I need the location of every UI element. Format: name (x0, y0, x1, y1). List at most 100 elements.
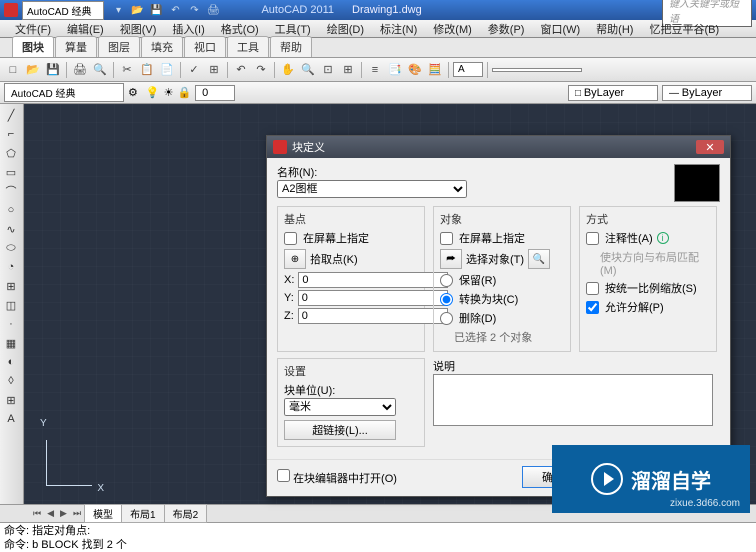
obj-onscreen-checkbox[interactable] (440, 232, 453, 245)
polygon-icon[interactable]: ⬠ (1, 144, 21, 162)
tab-viewport[interactable]: 视口 (184, 36, 226, 57)
menu-modify[interactable]: 修改(M) (426, 20, 479, 38)
menu-format[interactable]: 格式(O) (214, 20, 266, 38)
hyperlink-button[interactable]: 超链接(L)... (284, 420, 396, 440)
spline-icon[interactable]: ∿ (1, 220, 21, 238)
redo-btn-icon[interactable]: ↷ (252, 61, 270, 79)
new-doc-icon[interactable]: □ (4, 61, 22, 79)
tab-tools[interactable]: 工具 (227, 36, 269, 57)
open-in-editor-checkbox[interactable] (277, 469, 290, 482)
tab-nav-prev-icon[interactable]: ◀ (44, 508, 57, 519)
open-doc-icon[interactable]: 📂 (24, 61, 42, 79)
tab-layout2[interactable]: 布局2 (164, 504, 208, 523)
menu-help[interactable]: 帮助(H) (589, 20, 640, 38)
block-editor-icon[interactable]: ⊞ (205, 61, 223, 79)
linetype-combo[interactable]: — ByLayer (662, 85, 752, 101)
menu-view[interactable]: 视图(V) (113, 20, 164, 38)
layer-combo[interactable]: 0 (195, 85, 235, 101)
menu-parametric[interactable]: 参数(P) (481, 20, 532, 38)
redo-icon[interactable]: ↷ (186, 3, 202, 17)
new-icon[interactable]: ▾ (110, 3, 126, 17)
pline-icon[interactable]: ⌐ (1, 125, 21, 143)
y-input[interactable] (298, 290, 448, 306)
layer-sun-icon[interactable]: ☀ (164, 86, 174, 99)
make-block-icon[interactable]: ◫ (1, 296, 21, 314)
table-icon[interactable]: ⊞ (1, 391, 21, 409)
quick-select-button[interactable]: 🔍 (528, 249, 550, 269)
save-icon[interactable]: 💾 (148, 3, 164, 17)
annotative-checkbox[interactable] (586, 232, 599, 245)
tab-layout1[interactable]: 布局1 (121, 504, 165, 523)
print-icon[interactable]: 🖨 (205, 3, 221, 17)
tab-layer[interactable]: 图层 (98, 36, 140, 57)
copy-icon[interactable]: 📋 (138, 61, 156, 79)
menu-extra[interactable]: 忆把豆平谷(B) (642, 20, 726, 38)
x-input[interactable] (298, 272, 448, 288)
retain-radio[interactable] (440, 274, 453, 287)
rect-icon[interactable]: ▭ (1, 163, 21, 181)
info-icon[interactable]: i (657, 232, 669, 244)
sheet-set-icon[interactable]: 📑 (386, 61, 404, 79)
ellipse-arc-icon[interactable]: ◔ (1, 258, 21, 276)
scale-uniform-checkbox[interactable] (586, 282, 599, 295)
workspace-dropdown[interactable]: AutoCAD 经典 (22, 1, 104, 20)
tool-palette-icon[interactable]: 🎨 (406, 61, 424, 79)
preview-icon[interactable]: 🔍 (91, 61, 109, 79)
pick-point-button[interactable]: ⊕ (284, 249, 306, 269)
menu-dimension[interactable]: 标注(N) (373, 20, 424, 38)
save-doc-icon[interactable]: 💾 (44, 61, 62, 79)
menu-tools[interactable]: 工具(T) (268, 20, 318, 38)
open-icon[interactable]: 📂 (129, 3, 145, 17)
region-icon[interactable]: ◊ (1, 372, 21, 390)
ws-settings-icon[interactable]: ⚙ (128, 86, 138, 99)
pan-icon[interactable]: ✋ (279, 61, 297, 79)
zoom-prev-icon[interactable]: ⊞ (339, 61, 357, 79)
base-onscreen-checkbox[interactable] (284, 232, 297, 245)
layer-freeze-icon[interactable]: 💡 (146, 86, 160, 99)
close-icon[interactable]: ✕ (696, 140, 724, 154)
plot-icon[interactable]: 🖨 (71, 61, 89, 79)
command-line[interactable]: 命令: 指定对角点: 命令: b BLOCK 找到 2 个 (0, 522, 756, 552)
text-icon[interactable]: A (1, 410, 21, 428)
delete-radio[interactable] (440, 312, 453, 325)
menu-window[interactable]: 窗口(W) (533, 20, 587, 38)
undo-btn-icon[interactable]: ↶ (232, 61, 250, 79)
dim-style-combo[interactable] (492, 68, 582, 72)
tab-help[interactable]: 帮助 (270, 36, 312, 57)
unit-select[interactable]: 毫米 (284, 398, 396, 416)
paste-icon[interactable]: 📄 (158, 61, 176, 79)
convert-radio[interactable] (440, 293, 453, 306)
text-style-combo[interactable]: A (453, 62, 483, 77)
circle-icon[interactable]: ○ (1, 201, 21, 219)
hatch-icon[interactable]: ▦ (1, 334, 21, 352)
tab-nav-first-icon[interactable]: ⏮ (30, 508, 44, 519)
menu-file[interactable]: 文件(F) (8, 20, 58, 38)
insert-block-icon[interactable]: ⊞ (1, 277, 21, 295)
menu-edit[interactable]: 编辑(E) (60, 20, 111, 38)
tab-hatch[interactable]: 填充 (141, 36, 183, 57)
ellipse-icon[interactable]: ⬭ (1, 239, 21, 257)
undo-icon[interactable]: ↶ (167, 3, 183, 17)
point-icon[interactable]: · (1, 315, 21, 333)
tab-block[interactable]: 图块 (12, 36, 54, 57)
properties-icon[interactable]: ≡ (366, 61, 384, 79)
allow-explode-checkbox[interactable] (586, 301, 599, 314)
layer-lock-icon[interactable]: 🔒 (177, 86, 191, 99)
tab-model[interactable]: 模型 (84, 504, 122, 523)
z-input[interactable] (298, 308, 448, 324)
gradient-icon[interactable]: ◐ (1, 353, 21, 371)
tab-nav-last-icon[interactable]: ⏭ (70, 508, 84, 519)
menu-insert[interactable]: 插入(I) (165, 20, 211, 38)
cut-icon[interactable]: ✂ (118, 61, 136, 79)
arc-icon[interactable]: ⌒ (1, 182, 21, 200)
select-objects-button[interactable]: ⮫ (440, 249, 462, 269)
block-name-input[interactable]: A2图框 (277, 180, 467, 198)
tab-quantity[interactable]: 算量 (55, 36, 97, 57)
calc-icon[interactable]: 🧮 (426, 61, 444, 79)
match-prop-icon[interactable]: ✓ (185, 61, 203, 79)
menu-draw[interactable]: 绘图(D) (320, 20, 371, 38)
line-icon[interactable]: ╱ (1, 106, 21, 124)
tab-nav-next-icon[interactable]: ▶ (57, 508, 70, 519)
dialog-titlebar[interactable]: 块定义 ✕ (267, 136, 730, 158)
zoom-icon[interactable]: 🔍 (299, 61, 317, 79)
